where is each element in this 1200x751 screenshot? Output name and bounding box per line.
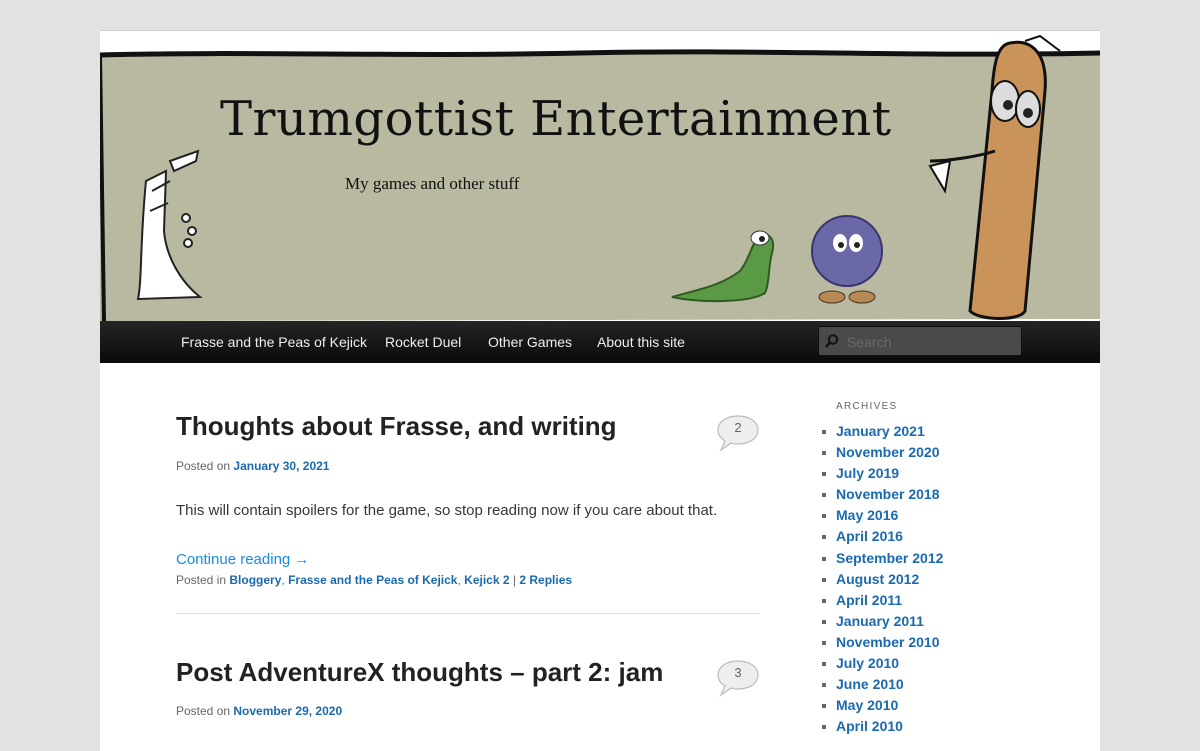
post-date-link[interactable]: January 30, 2021 bbox=[233, 459, 329, 473]
category-link-kejick-2[interactable]: Kejick 2 bbox=[464, 573, 509, 587]
nav-item-frasse[interactable]: Frasse and the Peas of Kejick bbox=[181, 321, 367, 363]
banner-artwork bbox=[100, 34, 1100, 321]
archive-link[interactable]: June 2010 bbox=[836, 674, 904, 695]
post-date-link[interactable]: November 29, 2020 bbox=[233, 704, 342, 718]
archive-link[interactable]: January 2021 bbox=[836, 421, 925, 442]
archive-link[interactable]: April 2011 bbox=[836, 590, 902, 611]
posted-on-label: Posted on bbox=[176, 459, 231, 473]
comment-count-bubble[interactable]: 3 bbox=[717, 659, 759, 699]
nav-item-other-games[interactable]: Other Games bbox=[488, 321, 572, 363]
header-banner[interactable]: Trumgottist Entertainment My games and o… bbox=[100, 31, 1100, 321]
archive-link[interactable]: August 2012 bbox=[836, 569, 919, 590]
archive-link[interactable]: April 2010 bbox=[836, 716, 903, 737]
search-box[interactable] bbox=[818, 326, 1022, 357]
post-excerpt: This will contain spoilers for the game,… bbox=[176, 502, 718, 519]
archive-link[interactable]: April 2016 bbox=[836, 526, 903, 547]
posted-on-label: Posted on bbox=[176, 704, 231, 718]
archive-link[interactable]: July 2019 bbox=[836, 463, 899, 484]
continue-reading-link[interactable]: Continue reading → bbox=[176, 551, 309, 568]
comment-count-bubble[interactable]: 2 bbox=[717, 414, 759, 454]
search-icon bbox=[825, 334, 839, 348]
search-input[interactable] bbox=[845, 327, 1019, 357]
post-title[interactable]: Thoughts about Frasse, and writing bbox=[176, 411, 617, 442]
archive-link[interactable]: November 2020 bbox=[836, 442, 940, 463]
comment-count: 2 bbox=[734, 420, 742, 435]
category-link-frasse[interactable]: Frasse and the Peas of Kejick bbox=[288, 573, 457, 587]
archive-link[interactable]: November 2010 bbox=[836, 632, 940, 653]
post-entry: Thoughts about Frasse, and writing 2 Pos… bbox=[176, 411, 760, 641]
nav-item-rocket-duel[interactable]: Rocket Duel bbox=[385, 321, 461, 363]
page: Trumgottist Entertainment My games and o… bbox=[100, 30, 1100, 751]
posted-in-label: Posted in bbox=[176, 573, 227, 587]
nav-item-about[interactable]: About this site bbox=[597, 321, 685, 363]
post-entry: Post AdventureX thoughts – part 2: jam 3… bbox=[176, 657, 760, 747]
category-link-bloggery[interactable]: Bloggery bbox=[229, 573, 281, 587]
site-title[interactable]: Trumgottist Entertainment bbox=[220, 91, 892, 147]
post-footer-meta: Posted in Bloggery, Frasse and the Peas … bbox=[176, 573, 573, 587]
archive-link[interactable]: May 2010 bbox=[836, 695, 898, 716]
post-meta: Posted on November 29, 2020 bbox=[176, 704, 342, 718]
archive-link[interactable]: May 2016 bbox=[836, 505, 898, 526]
archive-link[interactable]: July 2010 bbox=[836, 653, 899, 674]
archive-link[interactable]: September 2012 bbox=[836, 548, 943, 569]
meta-separator: | bbox=[512, 573, 516, 587]
site-description: My games and other stuff bbox=[345, 174, 520, 193]
archive-link[interactable]: January 2011 bbox=[836, 611, 924, 632]
replies-link[interactable]: 2 Replies bbox=[519, 573, 572, 587]
post-meta: Posted on January 30, 2021 bbox=[176, 459, 329, 473]
post-title[interactable]: Post AdventureX thoughts – part 2: jam bbox=[176, 657, 663, 688]
archive-link[interactable]: November 2018 bbox=[836, 484, 940, 505]
comment-count: 3 bbox=[734, 665, 742, 680]
post-divider bbox=[176, 613, 760, 614]
archives-heading: ARCHIVES bbox=[836, 401, 898, 412]
